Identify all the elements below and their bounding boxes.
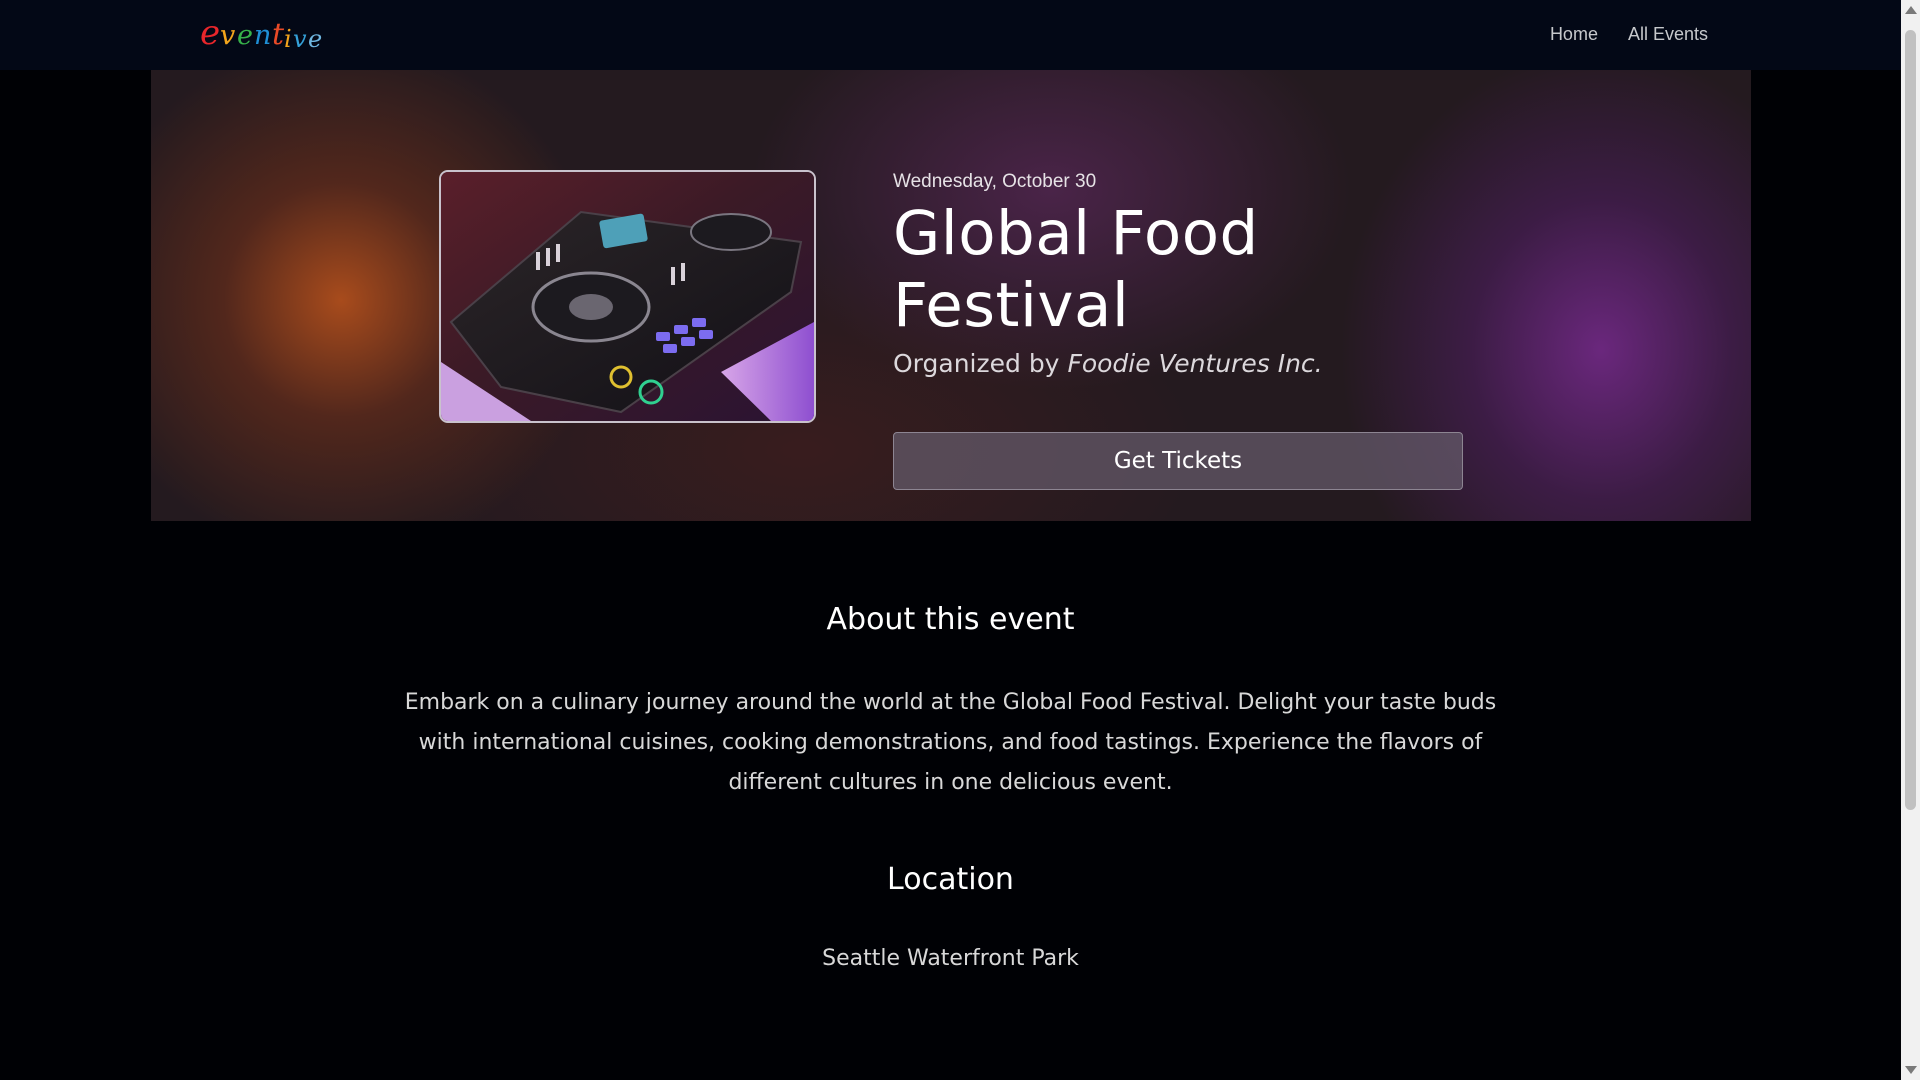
eventive-logo[interactable]: e v e n t i v e bbox=[200, 10, 330, 56]
svg-text:n: n bbox=[254, 20, 271, 51]
organized-by-label: Organized by bbox=[893, 349, 1060, 378]
event-description: Embark on a culinary journey around the … bbox=[404, 690, 1497, 795]
svg-text:e: e bbox=[200, 13, 220, 53]
scroll-down-icon[interactable] bbox=[1905, 1066, 1917, 1074]
about-title: About this event bbox=[826, 602, 1075, 637]
navbar: e v e n t i v e Home All Events bbox=[0, 0, 1901, 70]
location-value: Seattle Waterfront Park bbox=[822, 946, 1079, 971]
svg-text:e: e bbox=[308, 25, 322, 53]
nav-links: Home All Events bbox=[1550, 24, 1708, 45]
event-date: Wednesday, October 30 bbox=[893, 171, 1097, 192]
page-scrollbar[interactable] bbox=[1901, 0, 1920, 1080]
scroll-thumb[interactable] bbox=[1905, 30, 1916, 810]
event-image bbox=[439, 170, 816, 423]
page: e v e n t i v e Home All Events Wednesda… bbox=[0, 0, 1901, 1080]
location-section: Location bbox=[0, 862, 1901, 897]
event-hero: Wednesday, October 30 Global Food Festiv… bbox=[151, 70, 1751, 521]
svg-text:e: e bbox=[237, 20, 253, 51]
event-title: Global Food Festival bbox=[893, 198, 1259, 341]
nav-all-events-link[interactable]: All Events bbox=[1628, 24, 1708, 45]
nav-home-link[interactable]: Home bbox=[1550, 24, 1598, 45]
location-value-wrap: Seattle Waterfront Park bbox=[0, 946, 1901, 971]
location-title: Location bbox=[887, 862, 1014, 897]
svg-text:v: v bbox=[220, 20, 235, 51]
svg-text:i: i bbox=[284, 25, 292, 53]
dj-controller-image bbox=[441, 172, 814, 421]
get-tickets-button[interactable]: Get Tickets bbox=[893, 432, 1463, 490]
event-organizer: Organized by Foodie Ventures Inc. bbox=[893, 348, 1465, 380]
about-section: About this event bbox=[0, 602, 1901, 637]
event-info: Wednesday, October 30 Global Food Festiv… bbox=[893, 170, 1465, 490]
svg-text:v: v bbox=[293, 25, 307, 53]
scroll-up-icon[interactable] bbox=[1905, 6, 1917, 14]
organizer-name: Foodie Ventures Inc. bbox=[1067, 349, 1323, 378]
